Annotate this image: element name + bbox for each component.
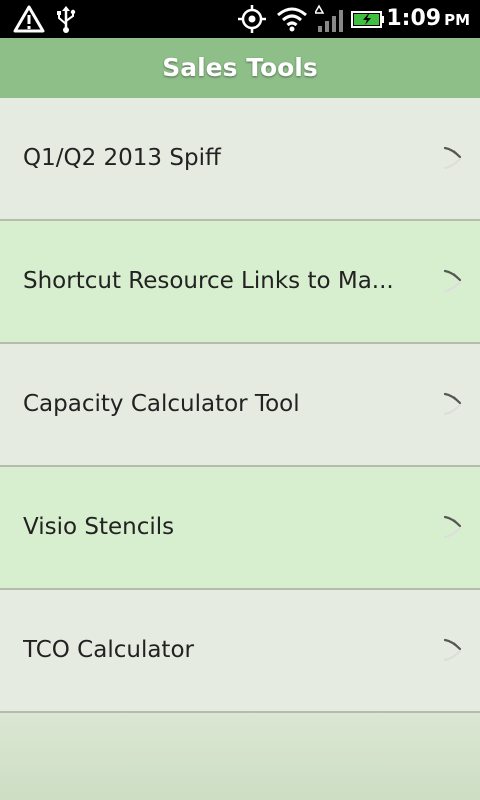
gps-icon <box>238 5 266 33</box>
chevron-right-icon <box>443 515 462 538</box>
list-item-label: Shortcut Resource Links to Ma... <box>23 268 394 294</box>
list-item-label: Visio Stencils <box>23 514 175 540</box>
clock: 1:09 PM <box>386 0 470 38</box>
list-item[interactable]: TCO Calculator <box>0 590 480 713</box>
chevron-right-icon <box>443 269 462 292</box>
list-item[interactable]: Shortcut Resource Links to Ma... <box>0 221 480 344</box>
list-item[interactable]: Visio Stencils <box>0 467 480 590</box>
list-item-label: TCO Calculator <box>23 637 194 663</box>
title-bar: Sales Tools <box>0 38 480 99</box>
empty-list-area <box>0 713 480 800</box>
clock-time: 1:09 <box>386 6 442 31</box>
wifi-icon <box>277 7 307 32</box>
chevron-right-icon <box>443 392 462 415</box>
warning-icon <box>13 5 45 33</box>
clock-ampm: PM <box>444 11 470 29</box>
page-title: Sales Tools <box>162 53 318 82</box>
list-item-label: Q1/Q2 2013 Spiff <box>23 145 221 171</box>
chevron-right-icon <box>443 146 462 169</box>
usb-icon <box>57 6 76 33</box>
sales-tools-list: Q1/Q2 2013 Spiff Shortcut Resource Links… <box>0 98 480 713</box>
list-item[interactable]: Capacity Calculator Tool <box>0 344 480 467</box>
chevron-right-icon <box>443 638 462 661</box>
status-bar: 1:09 PM <box>0 0 480 38</box>
list-item[interactable]: Q1/Q2 2013 Spiff <box>0 98 480 221</box>
battery-charging-icon <box>351 11 384 28</box>
signal-icon <box>315 4 343 32</box>
list-item-label: Capacity Calculator Tool <box>23 391 300 417</box>
